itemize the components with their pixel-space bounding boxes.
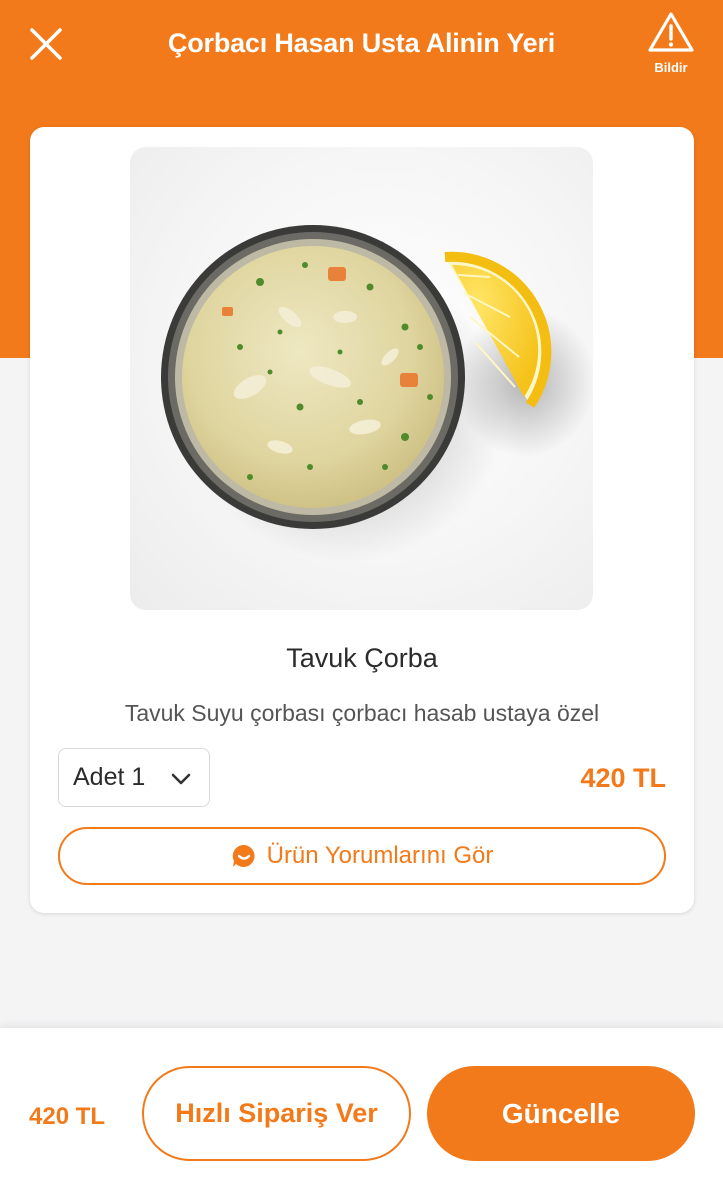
reviews-label: Ürün Yorumlarını Gör xyxy=(266,842,494,869)
product-card: Tavuk Çorba Tavuk Suyu çorbası çorbacı h… xyxy=(30,127,694,913)
update-button[interactable]: Güncelle xyxy=(427,1066,695,1161)
footer-bar: 420 TL Hızlı Sipariş Ver Güncelle xyxy=(0,1028,723,1200)
product-reviews-button[interactable]: Ürün Yorumlarını Gör xyxy=(58,827,666,885)
footer-total-price: 420 TL xyxy=(29,1103,106,1130)
product-description: Tavuk Suyu çorbası çorbacı hasab ustaya … xyxy=(124,700,600,726)
report-label: Bildir xyxy=(654,60,688,75)
quick-order-button[interactable]: Hızlı Sipariş Ver xyxy=(142,1066,411,1161)
report-button[interactable]: Bildir xyxy=(640,10,702,80)
warning-triangle-icon xyxy=(648,12,694,52)
quantity-select[interactable]: Adet 1 xyxy=(58,748,210,807)
product-image xyxy=(130,147,593,610)
quantity-label: Adet 1 xyxy=(73,763,146,791)
product-price: 420 TL xyxy=(580,763,666,793)
close-button[interactable] xyxy=(26,24,66,64)
chevron-down-icon xyxy=(171,773,191,785)
chat-bubble-icon xyxy=(232,844,255,867)
page-title: Çorbacı Hasan Usta Alinin Yeri xyxy=(167,28,556,58)
product-name: Tavuk Çorba xyxy=(286,643,438,673)
chicken-soup-photo xyxy=(161,225,593,562)
header: Çorbacı Hasan Usta Alinin Yeri Bildir xyxy=(0,0,723,100)
close-icon xyxy=(30,28,62,60)
